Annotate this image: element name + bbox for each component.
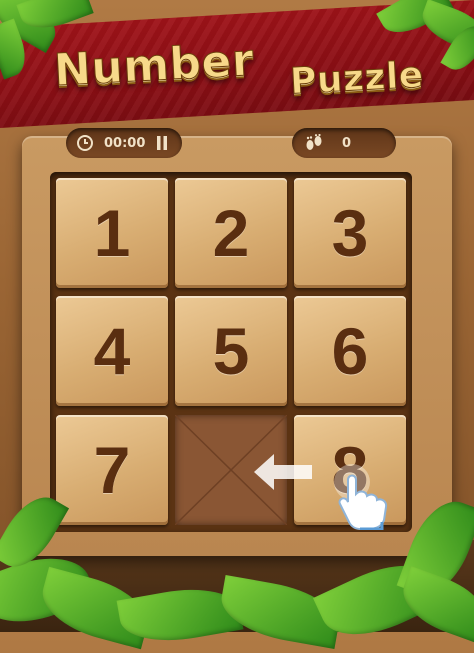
clock-icon [76, 134, 94, 152]
tile-number: 7 [93, 433, 131, 507]
title-number: Number [52, 34, 256, 97]
tile-3[interactable]: 3 [294, 178, 406, 288]
tile-7[interactable]: 7 [56, 415, 168, 525]
footprint-icon [304, 134, 324, 152]
timer-display: 00:00 [66, 128, 182, 158]
tile-number: 4 [93, 314, 131, 388]
tile-number: 1 [93, 196, 131, 270]
tile-number: 2 [212, 196, 250, 270]
pause-icon[interactable] [155, 135, 169, 151]
title-puzzle: Puzzle [289, 54, 426, 103]
tile-number: 5 [212, 314, 250, 388]
tile-1[interactable]: 1 [56, 178, 168, 288]
tile-number: 3 [331, 196, 369, 270]
pointer-hand-icon [330, 460, 410, 534]
timer-value: 00:00 [104, 135, 146, 151]
moves-display: 0 [292, 128, 396, 158]
moves-count: 0 [342, 135, 352, 151]
tile-2[interactable]: 2 [175, 178, 287, 288]
tile-6[interactable]: 6 [294, 296, 406, 406]
tile-4[interactable]: 4 [56, 296, 168, 406]
tile-number: 6 [331, 314, 369, 388]
tile-5[interactable]: 5 [175, 296, 287, 406]
arrow-left-icon [252, 452, 316, 496]
